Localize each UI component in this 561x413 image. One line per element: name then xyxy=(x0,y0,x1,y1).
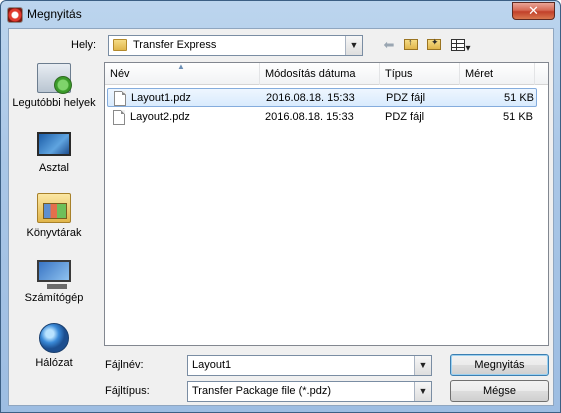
place-label: Legutóbbi helyek xyxy=(12,97,96,109)
file-name: Layout1.pdz xyxy=(131,92,191,104)
network-icon xyxy=(39,323,69,353)
filename-label: Fájlnév: xyxy=(105,359,144,371)
desktop-icon xyxy=(37,132,71,156)
look-in-dropdown[interactable]: Transfer Express ▼ xyxy=(108,35,363,56)
filetype-label: Fájltípus: xyxy=(105,385,150,397)
file-name: Layout2.pdz xyxy=(130,111,190,123)
filetype-select[interactable]: Transfer Package file (*.pdz) ▼ xyxy=(187,381,432,402)
file-type: PDZ fájl xyxy=(386,92,426,104)
file-list[interactable]: Név ▲ Módosítás dátuma Típus Méret Layou… xyxy=(104,62,549,346)
column-label: Név xyxy=(110,68,130,80)
dialog-client-area: Hely: Transfer Express ▼ ⬅ ↑ ✦ ▾ Legutób… xyxy=(8,28,554,406)
file-date: 2016.08.18. 15:33 xyxy=(266,92,355,104)
view-menu-icon[interactable]: ▾ xyxy=(448,35,474,55)
cancel-button[interactable]: Mégse xyxy=(450,380,549,402)
app-icon xyxy=(7,7,23,23)
back-arrow-icon[interactable]: ⬅ xyxy=(379,35,399,55)
folder-icon xyxy=(113,39,127,51)
sort-ascending-icon: ▲ xyxy=(177,62,185,71)
close-button[interactable]: ✕ xyxy=(512,2,555,20)
place-desktop[interactable]: Asztal xyxy=(9,128,99,188)
chevron-down-icon[interactable]: ▼ xyxy=(414,356,431,375)
file-size: 51 KB xyxy=(503,111,533,123)
new-folder-icon[interactable]: ✦ xyxy=(423,35,445,55)
look-in-label: Hely: xyxy=(71,39,97,51)
libraries-icon xyxy=(37,193,71,223)
file-size: 51 KB xyxy=(504,92,534,104)
window-title: Megnyitás xyxy=(27,7,82,21)
place-recent[interactable]: Legutóbbi helyek xyxy=(9,63,99,123)
look-in-value: Transfer Express xyxy=(133,39,217,51)
place-label: Számítógép xyxy=(24,292,84,304)
filetype-value: Transfer Package file (*.pdz) xyxy=(192,385,331,397)
file-date: 2016.08.18. 15:33 xyxy=(265,111,354,123)
file-icon xyxy=(113,110,125,125)
open-button[interactable]: Megnyitás xyxy=(450,354,549,376)
file-row[interactable]: Layout2.pdz 2016.08.18. 15:33 PDZ fájl 5… xyxy=(107,108,537,127)
places-bar: Legutóbbi helyek Asztal Könyvtárak Számí… xyxy=(9,63,99,369)
column-header-date[interactable]: Módosítás dátuma xyxy=(260,63,380,85)
column-header-size[interactable]: Méret xyxy=(460,63,535,85)
title-bar[interactable]: Megnyitás ✕ xyxy=(1,1,560,27)
up-one-level-icon[interactable]: ↑ xyxy=(401,35,421,55)
file-type: PDZ fájl xyxy=(385,111,425,123)
place-network[interactable]: Hálózat xyxy=(9,323,99,383)
column-header-row: Név ▲ Módosítás dátuma Típus Méret xyxy=(105,62,548,85)
chevron-down-icon[interactable]: ▼ xyxy=(345,36,362,55)
column-header-type[interactable]: Típus xyxy=(380,63,460,85)
filename-input[interactable]: Layout1 ▼ xyxy=(187,355,432,376)
recent-places-icon xyxy=(37,63,72,94)
place-label: Könyvtárak xyxy=(26,227,82,239)
file-row[interactable]: Layout1.pdz 2016.08.18. 15:33 PDZ fájl 5… xyxy=(107,88,537,107)
place-computer[interactable]: Számítógép xyxy=(9,258,99,318)
column-header-name[interactable]: Név ▲ xyxy=(105,62,260,85)
chevron-down-icon[interactable]: ▼ xyxy=(414,382,431,401)
file-icon xyxy=(114,91,126,106)
place-label: Hálózat xyxy=(35,357,73,369)
place-label: Asztal xyxy=(39,162,69,174)
filename-value: Layout1 xyxy=(192,359,232,371)
place-libraries[interactable]: Könyvtárak xyxy=(9,193,99,253)
open-dialog-window: Megnyitás ✕ Hely: Transfer Express ▼ ⬅ ↑… xyxy=(0,0,561,413)
computer-icon xyxy=(37,260,71,289)
